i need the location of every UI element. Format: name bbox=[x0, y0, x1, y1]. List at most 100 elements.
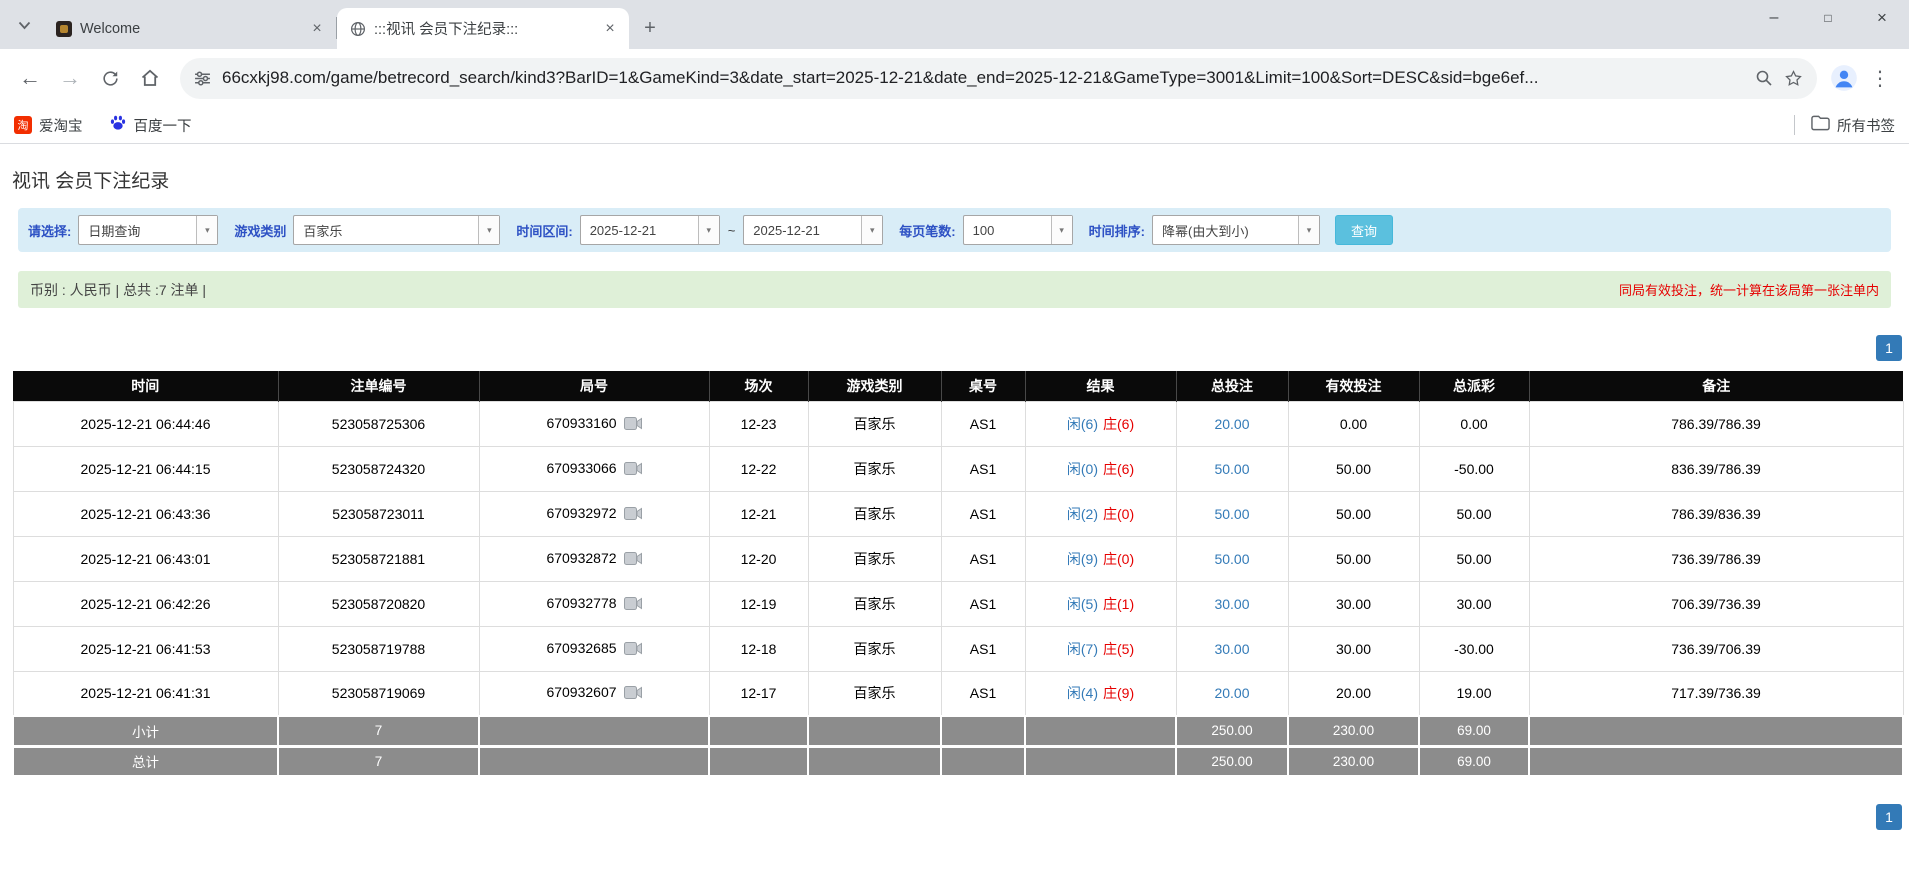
cell-result: 闲(0)庄(6) bbox=[1025, 446, 1176, 491]
pagination-page-button[interactable]: 1 bbox=[1876, 804, 1902, 830]
cell-total-bet: 50.00 bbox=[1176, 536, 1288, 581]
cell-note: 736.39/786.39 bbox=[1529, 536, 1903, 581]
zoom-icon[interactable] bbox=[1755, 69, 1773, 87]
result-player: 闲(6) bbox=[1067, 416, 1098, 432]
cell-game-type: 百家乐 bbox=[808, 536, 941, 581]
video-replay-icon[interactable] bbox=[624, 686, 642, 702]
cell-valid-bet: 30.00 bbox=[1288, 581, 1419, 626]
page-size-value: 100 bbox=[964, 223, 1051, 238]
maximize-button[interactable]: □ bbox=[1801, 0, 1855, 36]
search-button[interactable]: 查询 bbox=[1335, 215, 1393, 245]
currency-summary-text: 币别 : 人民币 | 总共 :7 注单 | bbox=[30, 280, 206, 300]
video-replay-icon[interactable] bbox=[624, 552, 642, 568]
video-replay-icon[interactable] bbox=[624, 642, 642, 658]
video-replay-icon[interactable] bbox=[624, 597, 642, 613]
summary-cell bbox=[808, 716, 941, 746]
total-bet-link[interactable]: 50.00 bbox=[1214, 551, 1249, 567]
baidu-paw-icon bbox=[109, 114, 127, 136]
back-button[interactable]: ← bbox=[10, 58, 50, 98]
bet-table-body: 2025-12-21 06:44:46523058725306670933160… bbox=[13, 401, 1903, 716]
total-bet-link[interactable]: 50.00 bbox=[1214, 506, 1249, 522]
result-banker: 庄(5) bbox=[1103, 641, 1134, 657]
column-header: 结果 bbox=[1025, 371, 1176, 401]
cell-time: 2025-12-21 06:41:53 bbox=[13, 626, 278, 671]
result-banker: 庄(1) bbox=[1103, 596, 1134, 612]
round-id-text: 670932972 bbox=[546, 505, 616, 521]
game-category-value: 百家乐 bbox=[294, 221, 478, 240]
total-bet-link[interactable]: 30.00 bbox=[1214, 596, 1249, 612]
video-replay-icon[interactable] bbox=[624, 417, 642, 433]
cell-bet-id: 523058719069 bbox=[278, 671, 479, 716]
summary-cell: 69.00 bbox=[1419, 746, 1529, 776]
window-close-button[interactable]: × bbox=[1855, 0, 1909, 36]
video-replay-icon[interactable] bbox=[624, 462, 642, 478]
bookmark-label: 百度一下 bbox=[134, 115, 192, 136]
game-category-select[interactable]: 百家乐 ▾ bbox=[293, 215, 500, 245]
tab-welcome[interactable]: Welcome × bbox=[44, 8, 336, 49]
forward-button[interactable]: → bbox=[50, 58, 90, 98]
sort-select[interactable]: 降幂(由大到小) ▾ bbox=[1152, 215, 1320, 245]
pagination-page-button[interactable]: 1 bbox=[1876, 335, 1902, 361]
video-replay-icon[interactable] bbox=[624, 507, 642, 523]
home-button[interactable] bbox=[130, 58, 170, 98]
cell-total-bet: 50.00 bbox=[1176, 446, 1288, 491]
query-type-select[interactable]: 日期查询 ▾ bbox=[78, 215, 218, 245]
site-info-icon[interactable] bbox=[194, 70, 211, 87]
column-header: 有效投注 bbox=[1288, 371, 1419, 401]
summary-cell bbox=[709, 746, 808, 776]
taobao-icon: 淘 bbox=[14, 116, 32, 134]
bookmark-baidu[interactable]: 百度一下 bbox=[109, 114, 192, 136]
table-row: 2025-12-21 06:43:36523058723011670932972… bbox=[13, 491, 1903, 536]
summary-cell bbox=[808, 746, 941, 776]
cell-time: 2025-12-21 06:43:36 bbox=[13, 491, 278, 536]
date-separator: ~ bbox=[727, 223, 737, 238]
profile-avatar[interactable] bbox=[1827, 61, 1861, 95]
window-controls: – □ × bbox=[1747, 0, 1909, 36]
cell-round-id: 670933160 bbox=[479, 401, 709, 446]
cell-session: 12-19 bbox=[709, 581, 808, 626]
date-end-select[interactable]: 2025-12-21 ▾ bbox=[743, 215, 883, 245]
summary-row: 总计7250.00230.0069.00 bbox=[13, 746, 1903, 776]
result-banker: 庄(0) bbox=[1103, 551, 1134, 567]
bookmarks-bar: 淘 爱淘宝 百度一下 所有书签 bbox=[0, 107, 1909, 144]
table-row: 2025-12-21 06:41:53523058719788670932685… bbox=[13, 626, 1903, 671]
new-tab-button[interactable]: + bbox=[635, 13, 665, 43]
cell-round-id: 670932685 bbox=[479, 626, 709, 671]
cell-bet-id: 523058724320 bbox=[278, 446, 479, 491]
date-start-select[interactable]: 2025-12-21 ▾ bbox=[580, 215, 720, 245]
minimize-button[interactable]: – bbox=[1747, 0, 1801, 36]
total-bet-link[interactable]: 30.00 bbox=[1214, 641, 1249, 657]
menu-button[interactable]: ⋮ bbox=[1861, 59, 1899, 97]
result-player: 闲(0) bbox=[1067, 461, 1098, 477]
summary-cell bbox=[1025, 746, 1176, 776]
cell-result: 闲(4)庄(9) bbox=[1025, 671, 1176, 716]
total-bet-link[interactable]: 50.00 bbox=[1214, 461, 1249, 477]
tab-betrecord[interactable]: :::视讯 会员下注纪录::: × bbox=[337, 8, 629, 49]
total-bet-link[interactable]: 20.00 bbox=[1214, 416, 1249, 432]
cell-round-id: 670932607 bbox=[479, 671, 709, 716]
tab-close-icon[interactable]: × bbox=[306, 18, 328, 40]
table-row: 2025-12-21 06:44:15523058724320670933066… bbox=[13, 446, 1903, 491]
summary-label: 总计 bbox=[13, 746, 278, 776]
refresh-button[interactable] bbox=[90, 58, 130, 98]
summary-label: 小计 bbox=[13, 716, 278, 746]
cell-total-bet: 50.00 bbox=[1176, 491, 1288, 536]
round-id-text: 670932607 bbox=[546, 684, 616, 700]
sort-value: 降幂(由大到小) bbox=[1153, 221, 1298, 240]
url-text[interactable]: 66cxkj98.com/game/betrecord_search/kind3… bbox=[222, 68, 1744, 88]
cell-table-no: AS1 bbox=[941, 671, 1025, 716]
tab-search-button[interactable] bbox=[10, 12, 38, 40]
summary-cell bbox=[941, 716, 1025, 746]
bookmark-star-icon[interactable] bbox=[1784, 69, 1803, 88]
page-size-select[interactable]: 100 ▾ bbox=[963, 215, 1073, 245]
cell-game-type: 百家乐 bbox=[808, 491, 941, 536]
cell-total-bet: 20.00 bbox=[1176, 671, 1288, 716]
address-bar[interactable]: 66cxkj98.com/game/betrecord_search/kind3… bbox=[180, 58, 1817, 99]
tab-close-icon[interactable]: × bbox=[599, 18, 621, 40]
round-id-text: 670933066 bbox=[546, 460, 616, 476]
bookmark-aitaobao[interactable]: 淘 爱淘宝 bbox=[14, 115, 83, 136]
cell-result: 闲(2)庄(0) bbox=[1025, 491, 1176, 536]
all-bookmarks-button[interactable]: 所有书签 bbox=[1811, 115, 1895, 136]
total-bet-link[interactable]: 20.00 bbox=[1214, 685, 1249, 701]
dropdown-arrow-icon: ▾ bbox=[861, 216, 882, 244]
